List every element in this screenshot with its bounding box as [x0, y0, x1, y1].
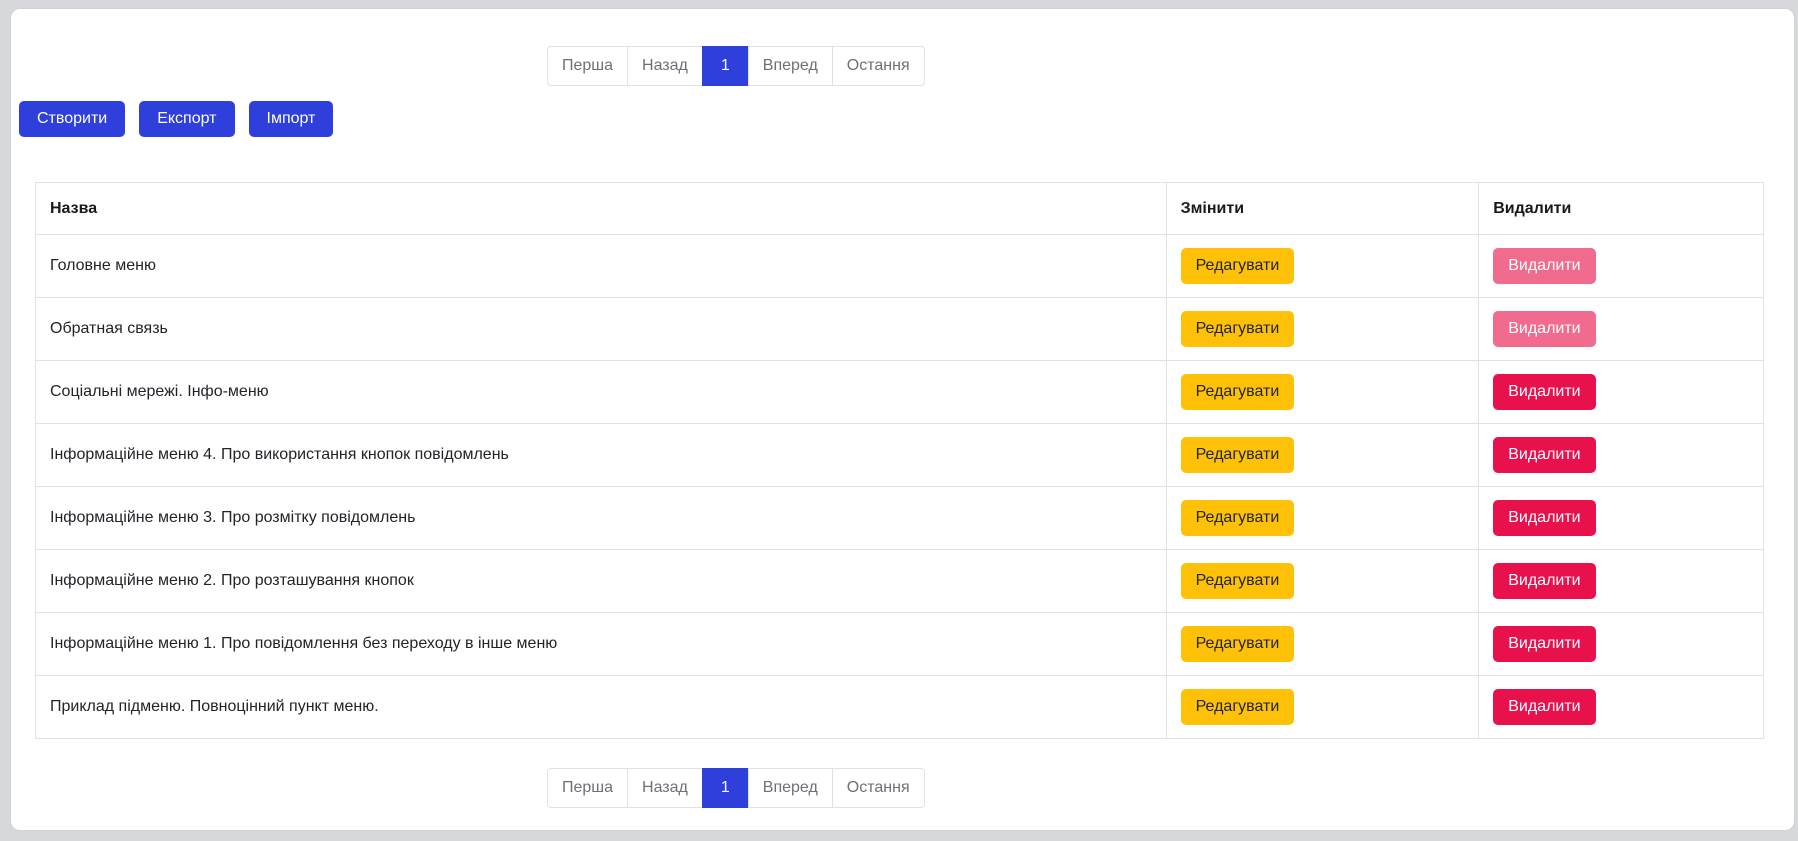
- pagination-prev[interactable]: Назад: [627, 768, 703, 808]
- toolbar: Створити Експорт Імпорт: [19, 101, 333, 137]
- pagination-next[interactable]: Вперед: [748, 46, 833, 86]
- edit-button[interactable]: Редагувати: [1181, 311, 1295, 347]
- pagination-bottom: ПершаНазад1ВпередОстання: [547, 768, 925, 808]
- pagination-next[interactable]: Вперед: [748, 768, 833, 808]
- delete-button[interactable]: Видалити: [1493, 248, 1595, 284]
- edit-button[interactable]: Редагувати: [1181, 248, 1295, 284]
- row-name: Інформаційне меню 2. Про розташування кн…: [36, 550, 1167, 613]
- delete-button[interactable]: Видалити: [1493, 626, 1595, 662]
- edit-button[interactable]: Редагувати: [1181, 500, 1295, 536]
- header-edit: Змінити: [1166, 183, 1479, 235]
- pagination-prev[interactable]: Назад: [627, 46, 703, 86]
- table-row: Обратная связь Редагувати Видалити: [36, 298, 1764, 361]
- delete-button[interactable]: Видалити: [1493, 563, 1595, 599]
- delete-button[interactable]: Видалити: [1493, 689, 1595, 725]
- row-name: Інформаційне меню 4. Про використання кн…: [36, 424, 1167, 487]
- edit-button[interactable]: Редагувати: [1181, 563, 1295, 599]
- delete-button[interactable]: Видалити: [1493, 500, 1595, 536]
- pagination-first[interactable]: Перша: [547, 46, 628, 86]
- pagination-page-1[interactable]: 1: [702, 46, 749, 86]
- edit-button[interactable]: Редагувати: [1181, 374, 1295, 410]
- table-row: Інформаційне меню 3. Про розмітку повідо…: [36, 487, 1764, 550]
- pagination-last[interactable]: Остання: [832, 768, 925, 808]
- edit-button[interactable]: Редагувати: [1181, 437, 1295, 473]
- row-name: Обратная связь: [36, 298, 1167, 361]
- table-row: Головне меню Редагувати Видалити: [36, 235, 1764, 298]
- table-row: Інформаційне меню 4. Про використання кн…: [36, 424, 1764, 487]
- row-name: Інформаційне меню 3. Про розмітку повідо…: [36, 487, 1167, 550]
- import-button[interactable]: Імпорт: [249, 101, 334, 137]
- content-card: ПершаНазад1ВпередОстання Створити Експор…: [10, 8, 1795, 831]
- table-row: Соціальні мережі. Інфо-меню Редагувати В…: [36, 361, 1764, 424]
- delete-button[interactable]: Видалити: [1493, 374, 1595, 410]
- row-name: Приклад підменю. Повноцінний пункт меню.: [36, 676, 1167, 739]
- menu-table: Назва Змінити Видалити Головне меню Реда…: [35, 182, 1764, 739]
- header-name: Назва: [36, 183, 1167, 235]
- delete-button[interactable]: Видалити: [1493, 311, 1595, 347]
- row-name: Головне меню: [36, 235, 1167, 298]
- row-name: Соціальні мережі. Інфо-меню: [36, 361, 1167, 424]
- header-delete: Видалити: [1479, 183, 1764, 235]
- table-row: Інформаційне меню 2. Про розташування кн…: [36, 550, 1764, 613]
- export-button[interactable]: Експорт: [139, 101, 234, 137]
- create-button[interactable]: Створити: [19, 101, 125, 137]
- pagination-page-1[interactable]: 1: [702, 768, 749, 808]
- table-header-row: Назва Змінити Видалити: [36, 183, 1764, 235]
- pagination-last[interactable]: Остання: [832, 46, 925, 86]
- pagination-first[interactable]: Перша: [547, 768, 628, 808]
- row-name: Інформаційне меню 1. Про повідомлення бе…: [36, 613, 1167, 676]
- delete-button[interactable]: Видалити: [1493, 437, 1595, 473]
- edit-button[interactable]: Редагувати: [1181, 626, 1295, 662]
- table-row: Приклад підменю. Повноцінний пункт меню.…: [36, 676, 1764, 739]
- table-row: Інформаційне меню 1. Про повідомлення бе…: [36, 613, 1764, 676]
- pagination-top: ПершаНазад1ВпередОстання: [547, 46, 925, 86]
- edit-button[interactable]: Редагувати: [1181, 689, 1295, 725]
